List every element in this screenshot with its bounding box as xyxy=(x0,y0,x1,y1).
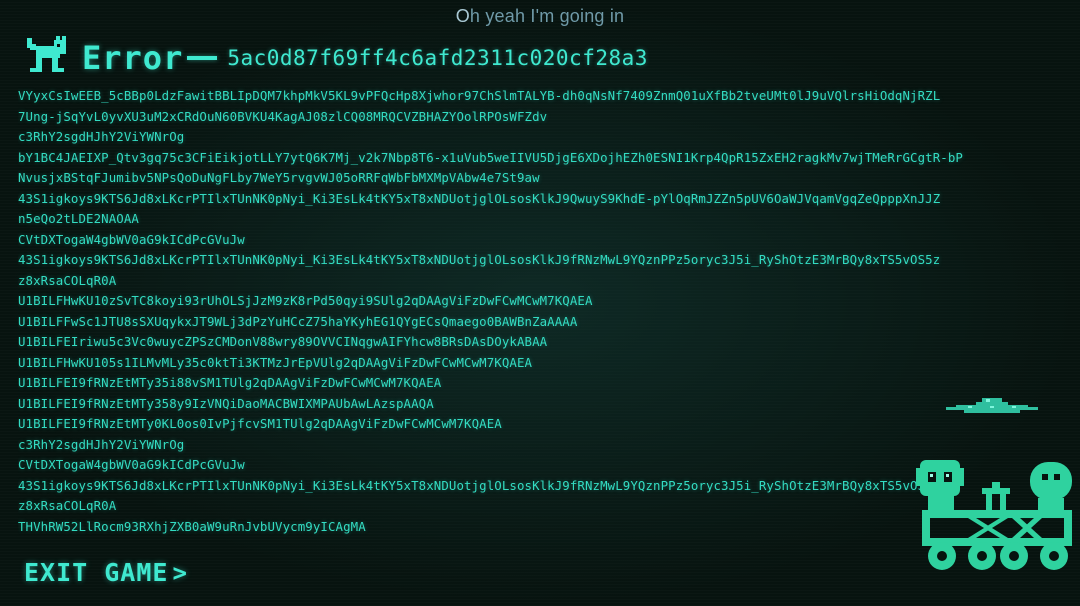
error-header: Error 5ac0d87f69ff4c6afd2311c020cf28a3 xyxy=(24,34,648,82)
log-line: z8xRsaCOLqR0A xyxy=(18,272,117,288)
log-line: NvusjxBStqFJumibv5NPsQoDuNgFLby7WeY5rvgv… xyxy=(18,170,540,185)
subtitle-first-letter: O xyxy=(455,6,470,26)
log-line: c3RhY2sgdHJhY2ViYWNrOg xyxy=(18,129,185,144)
log-line: U1BILFFwSc1JTU8sSXUqykxJT9WLj3dPzYuHCcZ7… xyxy=(18,313,578,329)
log-line: VYyxCsIwEEB_5cBBp0LdzFawitBBLIpDQM7khpMk… xyxy=(18,88,941,103)
subtitle-rest: h yeah I'm going in xyxy=(469,6,625,26)
error-title: Error xyxy=(82,39,184,77)
cat-mascot-icon xyxy=(24,36,70,80)
log-line: U1BILFHwKU105s1ILMvMLy35c0ktTi3KTMzJrEpV… xyxy=(18,354,533,370)
log-line: U1BILFEI9fRNzEtMTy35i88vSM1TUlg2qDAAgViF… xyxy=(18,375,442,390)
robots-on-cart-icon xyxy=(916,460,1072,570)
log-line: U1BILFHwKU10zSvTC8koyi93rUhOLSjJzM9zK8rP… xyxy=(18,293,593,308)
log-line: U1BILFEIriwu5c3Vc0wuycZPSzCMDonV88wry89O… xyxy=(18,334,548,349)
ufo-icon xyxy=(946,398,1038,413)
exit-game-label: EXIT GAME xyxy=(24,558,169,587)
subtitle: Oh yeah I'm going in xyxy=(0,6,1080,27)
log-line: n5eQo2tLDE2NAOAA xyxy=(18,211,139,226)
error-hash: 5ac0d87f69ff4c6afd2311c020cf28a3 xyxy=(227,46,648,70)
error-dash xyxy=(187,56,218,60)
log-line: bY1BC4JAEIXP_Qtv3gq75c3CFiEikjotLLY7ytQ6… xyxy=(18,149,963,165)
log-line: U1BILFEI9fRNzEtMTy358y9IzVNQiDaoMACBWIXM… xyxy=(18,395,434,411)
log-line: 43S1igkoys9KTS6Jd8xLKcrPTIlxTUnNK0pNyi_K… xyxy=(18,190,941,206)
log-line: U1BILFEI9fRNzEtMTy0KL0os0IvPjfcvSM1TUlg2… xyxy=(18,416,502,431)
chevron-right-icon: > xyxy=(172,558,188,587)
log-line: CVtDXTogaW4gbWV0aG9kICdPcGVuJw xyxy=(18,231,245,247)
log-line: 43S1igkoys9KTS6Jd8xLKcrPTIlxTUnNK0pNyi_K… xyxy=(18,252,941,267)
log-line: 7Ung-jSqYvL0yvXU3uM2xCRdOuN60BVKU4KagAJ0… xyxy=(18,108,548,124)
exit-game-button[interactable]: EXIT GAME > xyxy=(24,558,188,587)
